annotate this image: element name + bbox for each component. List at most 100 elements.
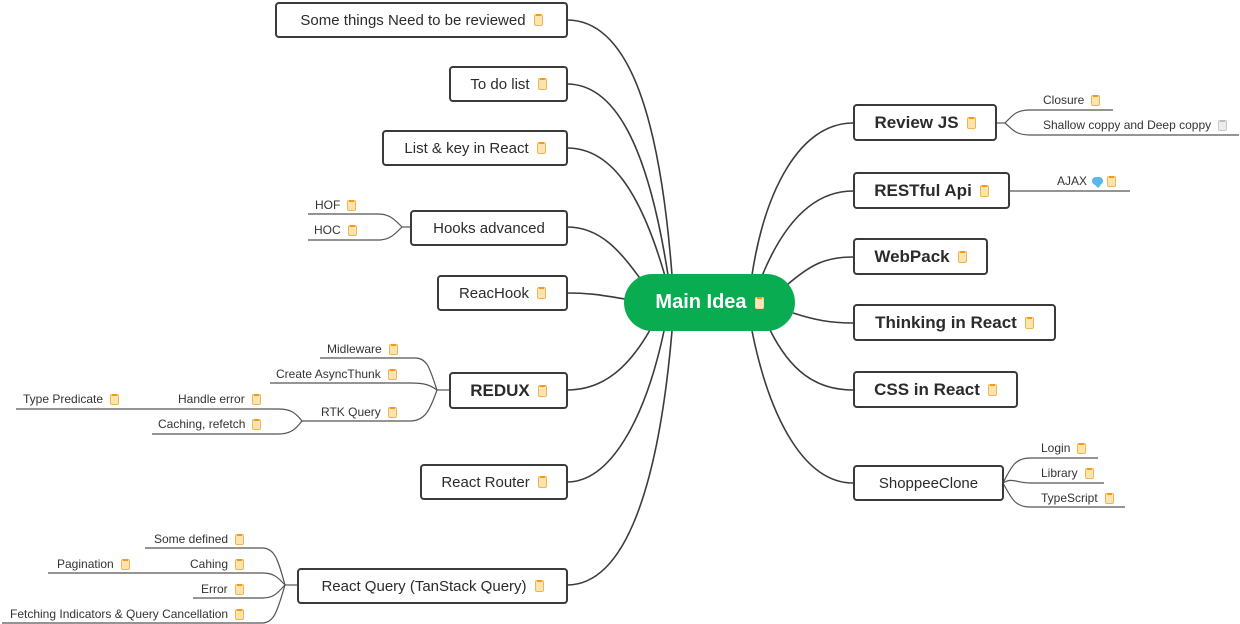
comment-icon[interactable] xyxy=(1092,177,1104,188)
note-icon[interactable] xyxy=(979,184,989,197)
subtopic-label: TypeScript xyxy=(1041,491,1098,505)
subtopic-library[interactable]: Library xyxy=(1041,466,1094,480)
subtopic-create-asyncthunk[interactable]: Create AsyncThunk xyxy=(276,367,397,381)
note-icon[interactable] xyxy=(1091,94,1101,106)
note-icon[interactable] xyxy=(347,199,357,211)
topic-review-js[interactable]: Review JS xyxy=(853,104,997,141)
note-icon[interactable] xyxy=(536,142,546,154)
note-icon[interactable] xyxy=(120,558,130,570)
note-icon[interactable] xyxy=(347,224,357,236)
note-icon[interactable] xyxy=(235,558,245,570)
subtopic-error[interactable]: Error xyxy=(201,582,244,596)
topic-label: To do list xyxy=(470,75,530,93)
subtopic-label: Library xyxy=(1041,466,1078,480)
topic-label: React Router xyxy=(441,473,530,491)
subtopic-pagination[interactable]: Pagination xyxy=(57,557,130,571)
subtopic-typescript[interactable]: TypeScript xyxy=(1041,491,1114,505)
topic-label: Thinking in React xyxy=(875,312,1017,332)
subtopic-label: Midleware xyxy=(327,342,382,356)
note-icon[interactable] xyxy=(235,608,245,620)
empty-note-icon[interactable] xyxy=(1218,119,1228,131)
subtopic-some-defined[interactable]: Some defined xyxy=(154,532,245,546)
topic-css-in-react[interactable]: CSS in React xyxy=(853,371,1018,408)
subtopic-shallow-deep-copy[interactable]: Shallow coppy and Deep coppy xyxy=(1043,118,1228,132)
topic-todo-list[interactable]: To do list xyxy=(449,66,568,102)
subtopic-hof[interactable]: HOF xyxy=(315,198,357,212)
note-icon[interactable] xyxy=(1024,316,1034,329)
topic-thinking-in-react[interactable]: Thinking in React xyxy=(853,304,1056,341)
subtopic-label: HOF xyxy=(315,198,341,212)
subtopic-label: Shallow coppy and Deep coppy xyxy=(1043,118,1212,132)
subtopic-cahing[interactable]: Cahing xyxy=(190,557,245,571)
topic-react-query[interactable]: React Query (TanStack Query) xyxy=(297,568,568,604)
note-icon[interactable] xyxy=(387,406,397,418)
subtopic-rtk-query[interactable]: RTK Query xyxy=(321,405,397,419)
topic-react-router[interactable]: React Router xyxy=(420,464,568,500)
subtopic-type-predicate[interactable]: Type Predicate xyxy=(23,392,120,406)
subtopic-label: AJAX xyxy=(1057,174,1088,188)
note-icon[interactable] xyxy=(1104,492,1114,504)
note-icon[interactable] xyxy=(754,296,764,309)
note-icon[interactable] xyxy=(1077,442,1087,454)
note-icon[interactable] xyxy=(537,287,547,299)
note-icon[interactable] xyxy=(537,476,547,488)
topic-some-things-review[interactable]: Some things Need to be reviewed xyxy=(275,2,568,38)
subtopic-label: Error xyxy=(201,582,228,596)
note-icon[interactable] xyxy=(537,78,547,90)
note-icon[interactable] xyxy=(533,14,543,26)
connector-cahing xyxy=(48,572,286,586)
subtopic-login[interactable]: Login xyxy=(1041,441,1087,455)
topic-list-key[interactable]: List & key in React xyxy=(382,130,568,166)
subtopic-label: Closure xyxy=(1043,93,1085,107)
connector-reachook xyxy=(566,292,626,300)
topic-label: Some things Need to be reviewed xyxy=(300,11,526,29)
connector-todo xyxy=(566,83,669,276)
note-icon[interactable] xyxy=(235,533,245,545)
subtopic-ajax[interactable]: AJAX xyxy=(1057,174,1117,188)
note-icon[interactable] xyxy=(234,583,244,595)
connector-review xyxy=(566,19,673,276)
note-icon[interactable] xyxy=(1084,467,1094,479)
note-icon[interactable] xyxy=(252,418,262,430)
topic-label: WebPack xyxy=(874,246,950,266)
topic-restful-api[interactable]: RESTful Api xyxy=(853,172,1010,209)
connector-asyncthunk xyxy=(270,382,438,391)
subtopic-closure[interactable]: Closure xyxy=(1043,93,1101,107)
connector-css xyxy=(769,329,854,391)
topic-label: React Query (TanStack Query) xyxy=(321,577,527,595)
note-icon[interactable] xyxy=(1107,175,1117,187)
root-label: Main Idea xyxy=(655,291,747,313)
note-icon[interactable] xyxy=(987,383,997,396)
connector-thinking xyxy=(792,312,854,324)
note-icon[interactable] xyxy=(537,384,547,397)
subtopic-label: Create AsyncThunk xyxy=(276,367,381,381)
topic-label: RESTful Api xyxy=(874,180,972,200)
subtopic-caching-refetch[interactable]: Caching, refetch xyxy=(158,417,262,431)
topic-webpack[interactable]: WebPack xyxy=(853,238,988,275)
topic-label: ShoppeeClone xyxy=(878,474,979,492)
topic-reachook[interactable]: ReacHook xyxy=(437,275,568,311)
subtopic-hoc[interactable]: HOC xyxy=(314,223,357,237)
subtopic-label: Type Predicate xyxy=(23,392,104,406)
subtopic-handle-error[interactable]: Handle error xyxy=(178,392,261,406)
subtopic-label: Cahing xyxy=(190,557,229,571)
topic-label: Review JS xyxy=(874,112,959,132)
note-icon[interactable] xyxy=(957,250,967,263)
root-topic[interactable]: Main Idea xyxy=(624,274,795,331)
topic-redux[interactable]: REDUX xyxy=(449,372,568,409)
subtopic-label: HOC xyxy=(314,223,341,237)
subtopic-fetching-indicators[interactable]: Fetching Indicators & Query Cancellation xyxy=(10,607,245,621)
connector-library xyxy=(1002,479,1104,484)
topic-shoppee-clone[interactable]: ShoppeeClone xyxy=(853,465,1004,501)
subtopic-label: Pagination xyxy=(57,557,114,571)
note-icon[interactable] xyxy=(110,393,120,405)
connector-listkey xyxy=(566,147,666,277)
note-icon[interactable] xyxy=(534,580,544,592)
note-icon[interactable] xyxy=(387,368,397,380)
note-icon[interactable] xyxy=(388,343,398,355)
note-icon[interactable] xyxy=(966,116,976,129)
subtopic-midleware[interactable]: Midleware xyxy=(327,342,398,356)
topic-hooks-advanced[interactable]: Hooks advanced xyxy=(410,210,568,246)
connector-reviewjs xyxy=(751,122,854,276)
note-icon[interactable] xyxy=(251,393,261,405)
